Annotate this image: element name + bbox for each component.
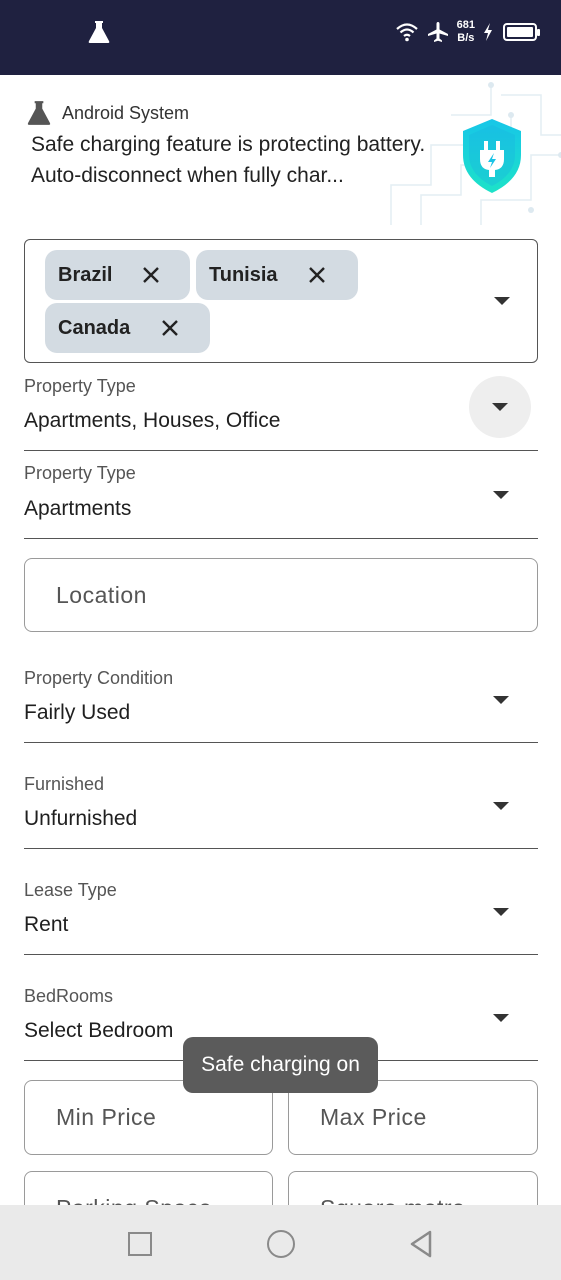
notification-text: Safe charging feature is protecting batt… xyxy=(31,133,426,187)
field-value: Unfurnished xyxy=(24,807,138,830)
property-condition-dropdown[interactable]: Property Condition Fairly Used xyxy=(24,664,538,743)
chip-tunisia[interactable]: Tunisia xyxy=(196,250,358,300)
chip-brazil[interactable]: Brazil xyxy=(45,250,190,300)
close-icon[interactable] xyxy=(141,265,161,285)
location-placeholder: Location xyxy=(56,582,147,608)
field-label: Property Type xyxy=(24,376,136,396)
dropdown-arrow-icon[interactable] xyxy=(493,696,509,704)
max-price-placeholder: Max Price xyxy=(320,1104,427,1130)
dropdown-button[interactable] xyxy=(469,376,531,438)
notification-banner[interactable]: Android System Safe charging feature is … xyxy=(0,75,561,225)
field-value: Fairly Used xyxy=(24,701,131,724)
country-multiselect[interactable]: Brazil Tunisia Canada xyxy=(24,239,538,363)
charging-bolt-icon xyxy=(484,23,492,41)
close-icon[interactable] xyxy=(160,318,180,338)
home-icon[interactable] xyxy=(267,1230,295,1258)
chip-canada[interactable]: Canada xyxy=(45,303,210,353)
net-speed-value: 681 xyxy=(456,19,475,31)
net-speed-unit: B/s xyxy=(457,32,475,44)
chip-label: Tunisia xyxy=(209,263,278,286)
field-value: Rent xyxy=(24,913,69,936)
dropdown-arrow-icon[interactable] xyxy=(493,491,509,499)
flask-icon xyxy=(27,101,51,125)
min-price-placeholder: Min Price xyxy=(56,1104,157,1130)
field-label: Property Type xyxy=(24,463,136,483)
dropdown-arrow-icon[interactable] xyxy=(494,297,510,305)
close-icon[interactable] xyxy=(307,265,327,285)
dropdown-arrow-icon[interactable] xyxy=(493,908,509,916)
chip-label: Canada xyxy=(58,316,131,339)
dropdown-arrow-icon xyxy=(492,403,508,411)
property-type-dropdown[interactable]: Property Type Apartments xyxy=(24,459,538,539)
net-speed: 681 B/s xyxy=(457,19,475,45)
airplane-icon xyxy=(427,22,448,42)
field-value: Apartments, Houses, Office xyxy=(24,409,281,432)
flask-icon xyxy=(88,21,110,43)
system-nav-bar xyxy=(0,1205,561,1280)
notification-header: Android System xyxy=(26,100,189,126)
field-value: Apartments xyxy=(24,497,132,520)
chip-label: Brazil xyxy=(58,263,113,286)
toast-message: Safe charging on xyxy=(183,1037,378,1093)
field-value: Select Bedroom xyxy=(24,1019,174,1042)
recents-icon[interactable] xyxy=(128,1232,152,1256)
status-icons: 681 B/s xyxy=(395,14,540,50)
field-label: Property Condition xyxy=(24,668,174,688)
field-label: Furnished xyxy=(24,774,105,794)
dropdown-arrow-icon[interactable] xyxy=(493,1014,509,1022)
dropdown-arrow-icon[interactable] xyxy=(493,802,509,810)
battery-icon xyxy=(503,23,540,41)
status-bar: 681 B/s xyxy=(0,0,561,75)
furnished-dropdown[interactable]: Furnished Unfurnished xyxy=(24,770,538,849)
property-type-multi-dropdown[interactable]: Property Type Apartments, Houses, Office xyxy=(24,372,538,451)
notification-app-name: Android System xyxy=(62,102,190,123)
back-icon[interactable] xyxy=(408,1229,434,1259)
field-label: BedRooms xyxy=(24,986,114,1006)
location-input[interactable]: Location xyxy=(24,558,538,632)
lease-type-dropdown[interactable]: Lease Type Rent xyxy=(24,876,538,955)
field-label: Lease Type xyxy=(24,880,117,900)
shield-plug-icon xyxy=(463,119,521,193)
wifi-icon xyxy=(395,23,418,42)
